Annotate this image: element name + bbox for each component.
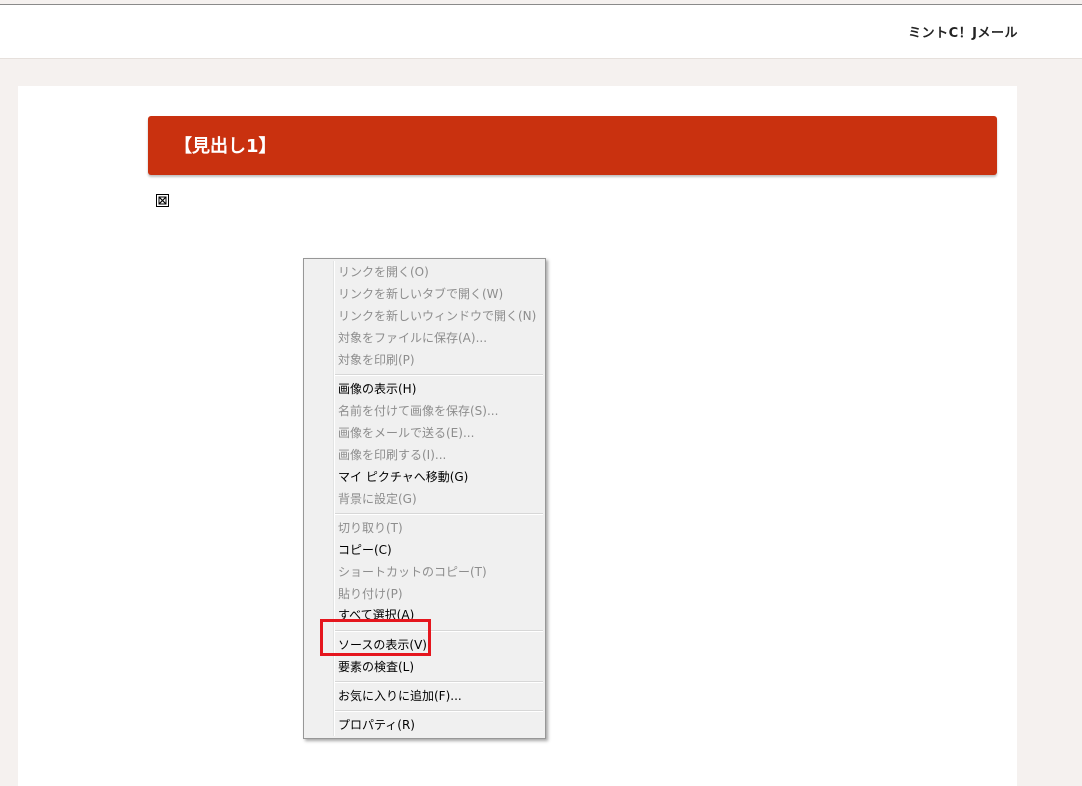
menu-separator <box>335 710 543 712</box>
broken-image-icon[interactable] <box>156 194 169 207</box>
menu-item-email-image[interactable]: 画像をメールで送る(E)... <box>338 423 474 443</box>
menu-item-cut[interactable]: 切り取り(T) <box>338 518 403 538</box>
menu-item-set-as-background[interactable]: 背景に設定(G) <box>338 489 417 509</box>
menu-item-open-link-new-window[interactable]: リンクを新しいウィンドウで開く(N) <box>338 306 536 326</box>
context-menu: リンクを開く(O) リンクを新しいタブで開く(W) リンクを新しいウィンドウで開… <box>303 258 546 739</box>
menu-item-copy[interactable]: コピー(C) <box>338 540 392 560</box>
menu-item-add-to-favorites[interactable]: お気に入りに追加(F)... <box>338 686 462 706</box>
menu-item-properties[interactable]: プロパティ(R) <box>338 715 415 735</box>
site-name[interactable]: ミントC！Jメール <box>908 22 1018 41</box>
menu-item-open-link-new-tab[interactable]: リンクを新しいタブで開く(W) <box>338 284 503 304</box>
menu-separator <box>335 681 543 683</box>
menu-gutter <box>333 261 335 736</box>
menu-item-show-image[interactable]: 画像の表示(H) <box>338 379 416 399</box>
site-header: ミントC！Jメール <box>0 5 1082 59</box>
menu-item-go-to-my-pictures[interactable]: マイ ピクチャへ移動(G) <box>338 467 468 487</box>
menu-item-print-target[interactable]: 対象を印刷(P) <box>338 350 415 370</box>
menu-item-save-image-as[interactable]: 名前を付けて画像を保存(S)... <box>338 401 498 421</box>
menu-separator <box>335 513 543 515</box>
menu-item-paste[interactable]: 貼り付け(P) <box>338 584 403 604</box>
menu-item-copy-shortcut[interactable]: ショートカットのコピー(T) <box>338 562 487 582</box>
view-source-highlight <box>320 619 431 656</box>
heading-banner: 【見出し1】 <box>148 116 997 175</box>
page-heading: 【見出し1】 <box>174 136 277 157</box>
menu-item-print-image[interactable]: 画像を印刷する(I)... <box>338 445 446 465</box>
menu-separator <box>335 374 543 376</box>
menu-item-save-target[interactable]: 対象をファイルに保存(A)... <box>338 328 487 348</box>
menu-item-inspect-element[interactable]: 要素の検査(L) <box>338 657 414 677</box>
menu-item-open-link[interactable]: リンクを開く(O) <box>338 262 429 282</box>
